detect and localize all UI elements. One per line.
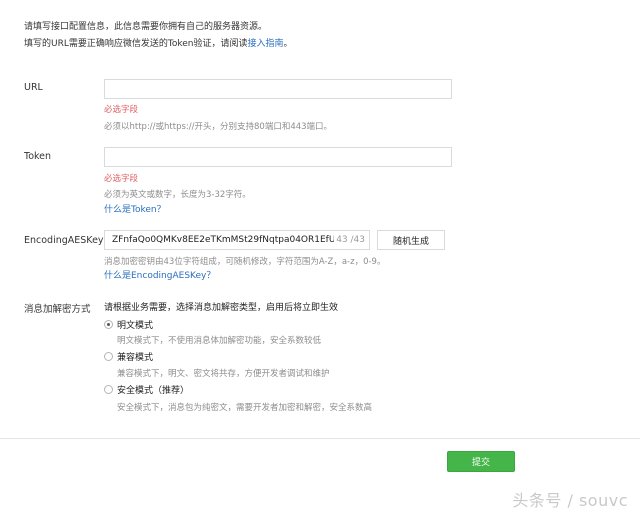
compatible-mode-label[interactable]: 兼容模式: [117, 350, 153, 363]
aes-key-value: ZFnfaQo0QMKv8EE2eTKmMSt29fNqtpa04OR1EfUK…: [112, 235, 336, 245]
compatible-mode-desc: 兼容模式下，明文、密文将共存，方便开发者调试和维护: [117, 369, 330, 379]
intro-line-2-text: 填写的URL需要正确响应微信发送的Token验证，请阅读: [24, 39, 248, 49]
safe-mode-desc: 安全模式下，消息包为纯密文，需要开发者加密和解密，安全系数高: [117, 403, 373, 413]
plaintext-mode-label[interactable]: 明文模式: [117, 318, 153, 331]
what-is-token-link[interactable]: 什么是Token？: [104, 202, 166, 215]
watermark: 头条号 / souvc: [512, 491, 628, 510]
intro-line-2: 填写的URL需要正确响应微信发送的Token验证，请阅读接入指南。: [24, 38, 293, 50]
token-hint: 必须为英文或数字，长度为3-32字符。: [104, 190, 251, 200]
token-label: Token: [24, 151, 52, 162]
encryption-mode-label: 消息加解密方式: [24, 304, 91, 315]
plaintext-mode-radio[interactable]: [104, 320, 113, 329]
plaintext-mode-desc: 明文模式下，不使用消息体加解密功能，安全系数较低: [117, 336, 322, 346]
safe-mode-label[interactable]: 安全模式（推荐）: [117, 383, 189, 396]
footer-divider: [0, 438, 640, 439]
url-error: 必选字段: [104, 105, 139, 115]
access-guide-link[interactable]: 接入指南: [247, 39, 283, 49]
aes-key-input[interactable]: ZFnfaQo0QMKv8EE2eTKmMSt29fNqtpa04OR1EfUK…: [104, 230, 370, 250]
url-hint: 必须以http://或https://开头，分别支持80端口和443端口。: [104, 122, 333, 132]
aes-key-hint: 消息加密密钥由43位字符组成，可随机修改，字符范围为A-Z，a-z，0-9。: [104, 257, 386, 267]
intro-line-2-suffix: 。: [283, 39, 293, 49]
encryption-mode-intro: 请根据业务需要，选择消息加解密类型，启用后将立即生效: [104, 303, 339, 313]
token-error: 必选字段: [104, 174, 139, 184]
submit-button[interactable]: 提交: [447, 451, 515, 472]
token-input[interactable]: [104, 147, 452, 167]
url-input[interactable]: [104, 79, 452, 99]
url-label: URL: [24, 82, 43, 93]
what-is-aes-key-link[interactable]: 什么是EncodingAESKey？: [104, 268, 215, 281]
random-generate-button[interactable]: 随机生成: [377, 230, 445, 250]
aes-key-label: EncodingAESKey: [24, 235, 104, 246]
safe-mode-radio[interactable]: [104, 385, 113, 394]
compatible-mode-radio[interactable]: [104, 352, 113, 361]
aes-key-char-count: 43 /43: [334, 235, 365, 245]
intro-line-1: 请填写接口配置信息，此信息需要你拥有自己的服务器资源。: [24, 22, 268, 32]
